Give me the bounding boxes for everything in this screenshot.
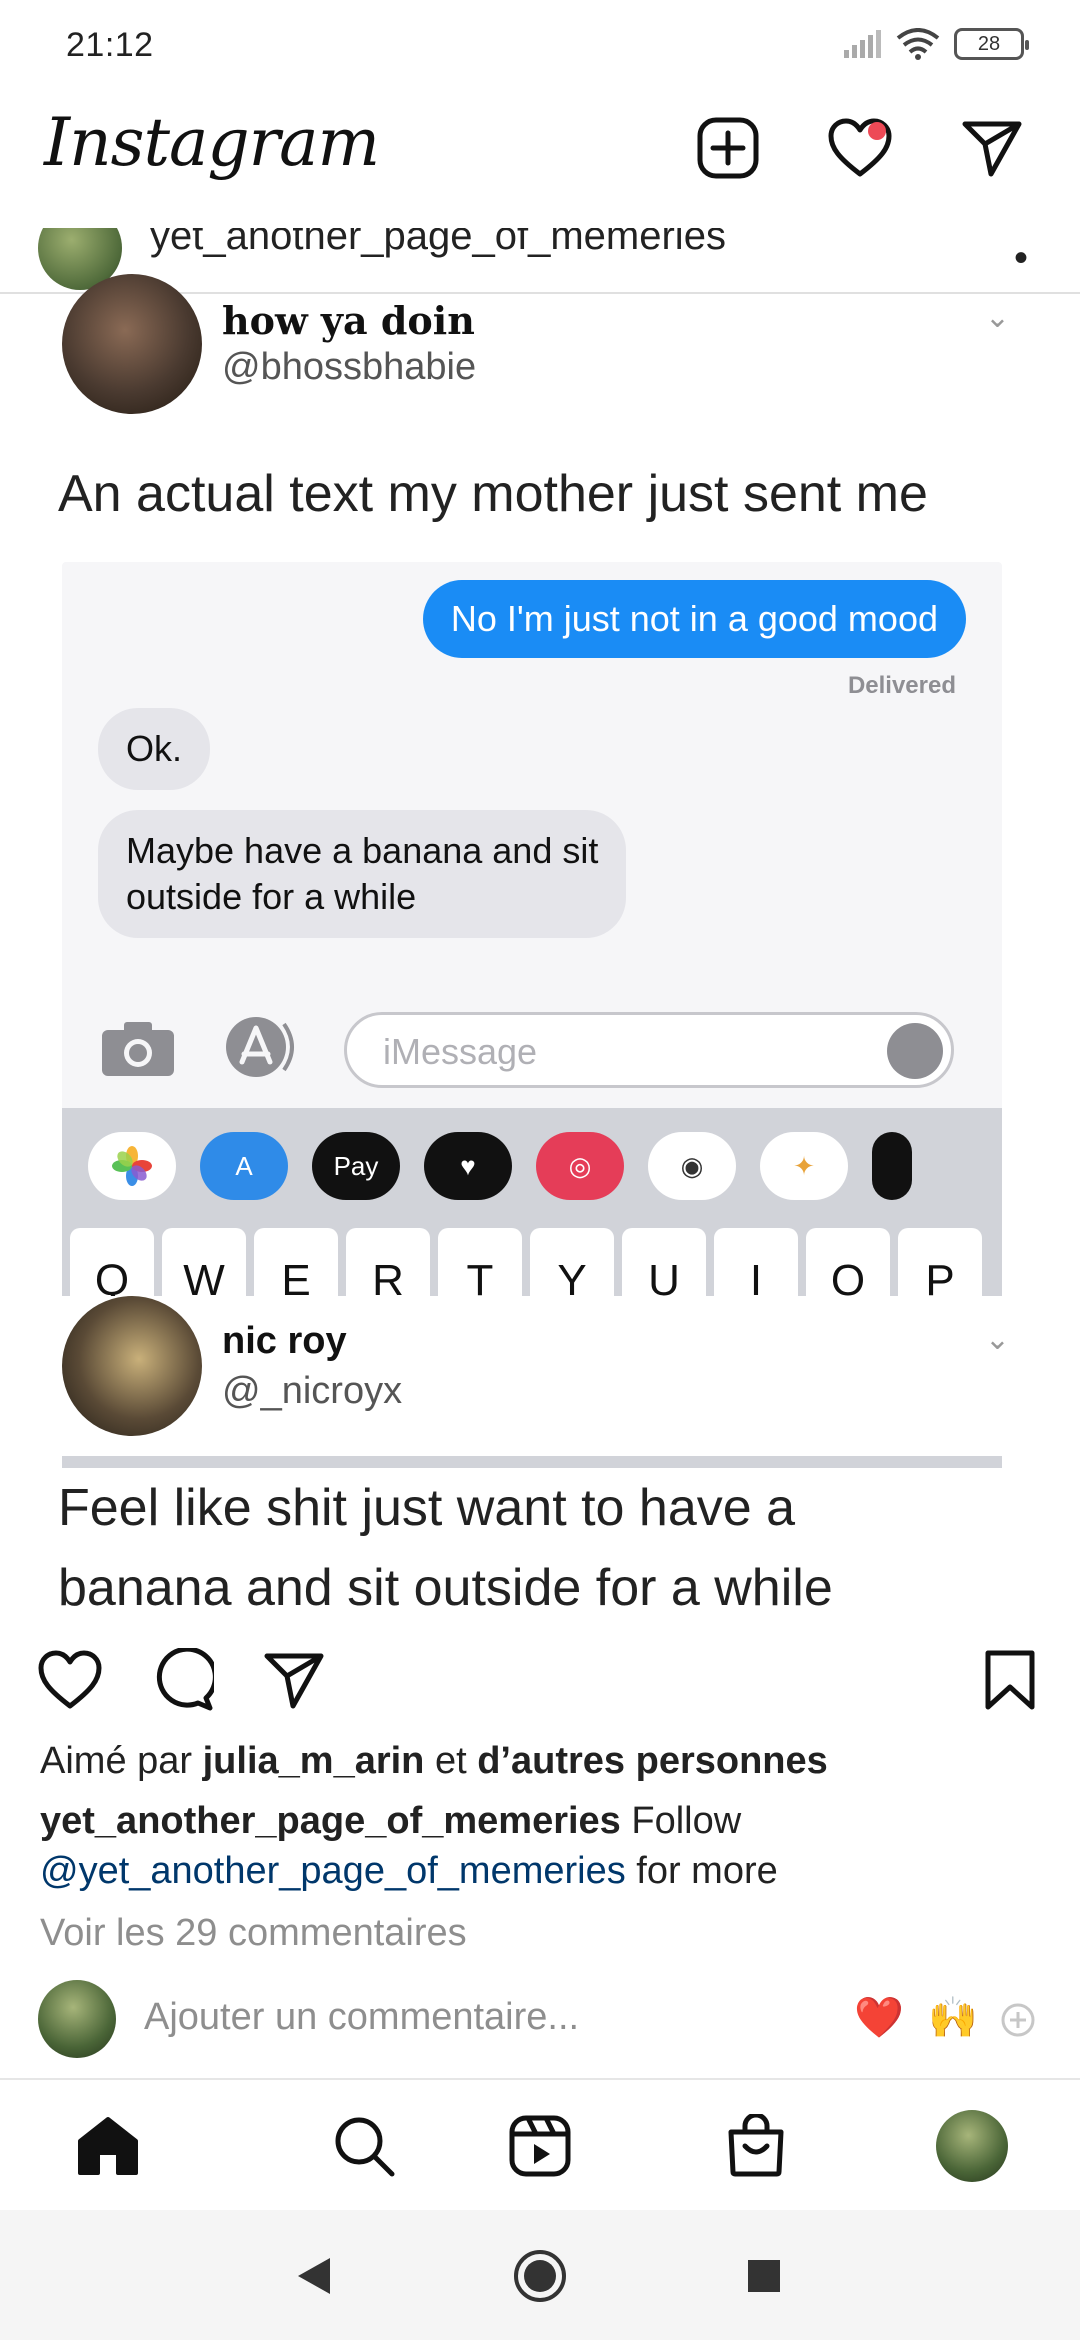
- incoming-line-1: Maybe have a banana and sit: [126, 830, 599, 871]
- tweet-name-2: nic roy: [222, 1320, 347, 1362]
- nav-search[interactable]: [326, 2108, 402, 2184]
- incoming-line-2: outside for a while: [126, 876, 417, 917]
- plus-square-icon: [697, 117, 759, 179]
- imessage-app-row: A Pay ♥ ◎ ◉ ✦: [88, 1132, 912, 1204]
- digital-touch-icon: ♥: [424, 1132, 512, 1200]
- home-circle-icon: [514, 2250, 566, 2302]
- notification-dot: [868, 122, 886, 140]
- like-button[interactable]: [32, 1642, 108, 1718]
- caption-text-1: Follow: [631, 1800, 742, 1842]
- incoming-bubble-2: Maybe have a banana and sit outside for …: [98, 810, 627, 938]
- direct-messages-button[interactable]: [956, 112, 1028, 184]
- apple-pay-label: Pay: [333, 1150, 379, 1181]
- system-navigation: [0, 2210, 1080, 2340]
- comment-button[interactable]: [144, 1642, 220, 1718]
- avatar: [38, 1980, 116, 2058]
- back-button[interactable]: [286, 2248, 342, 2304]
- new-post-button[interactable]: [692, 112, 764, 184]
- camera-icon: [102, 1022, 174, 1076]
- web-search-icon: ◎: [536, 1132, 624, 1200]
- game-icon: ◉: [648, 1132, 736, 1200]
- tweet-text-2-line2: banana and sit outside for a while: [58, 1559, 833, 1617]
- bookmark-icon: [985, 1650, 1035, 1710]
- add-comment-row: Ajouter un commentaire... ❤️ 🙌: [0, 1976, 1080, 2076]
- imessage-input-row: iMessage: [62, 1002, 1002, 1092]
- post-actions: [0, 1620, 1080, 1740]
- status-time: 21:12: [66, 26, 154, 64]
- bottom-navigation: [0, 2078, 1080, 2210]
- pinwheel-icon: ✦: [760, 1132, 848, 1200]
- tweet-handle-2: @_nicroyx: [222, 1370, 403, 1412]
- activity-button[interactable]: [824, 112, 896, 184]
- home-button[interactable]: [512, 2248, 568, 2304]
- paper-plane-icon: [962, 121, 1022, 177]
- tweet-text-2: Feel like shit just want to have a banan…: [58, 1468, 1058, 1620]
- tweet-text-1: An actual text my mother just sent me: [58, 465, 928, 523]
- nav-profile[interactable]: [934, 2108, 1010, 2184]
- caption-text-2: for more: [636, 1850, 778, 1892]
- outgoing-bubble: No I'm just not in a good mood: [422, 580, 966, 658]
- tweet-author-1: how ya doin @bhossbhabie ⌄: [0, 274, 1080, 454]
- battery-icon: 28: [954, 28, 1029, 60]
- signal-icon: [844, 30, 881, 58]
- likes-connector: et: [434, 1740, 467, 1782]
- nav-reels[interactable]: [502, 2108, 578, 2184]
- add-emoji-icon[interactable]: [1000, 2002, 1036, 2038]
- comment-input[interactable]: Ajouter un commentaire...: [144, 1996, 579, 2039]
- more-apps-icon: [872, 1132, 912, 1200]
- post-caption: yet_another_page_of_memeries Follow @yet…: [40, 1796, 1040, 1896]
- likes-others[interactable]: d’autres personnes: [477, 1740, 828, 1782]
- back-triangle-icon: [298, 2258, 330, 2294]
- likes-prefix: Aimé par: [40, 1740, 193, 1782]
- tweet-author-2: nic roy @_nicroyx ⌄: [0, 1296, 1080, 1456]
- photos-icon: [88, 1132, 176, 1200]
- raising-hands-emoji-button[interactable]: 🙌: [928, 1994, 978, 2041]
- reels-icon: [509, 2115, 571, 2177]
- save-button[interactable]: [972, 1642, 1048, 1718]
- search-icon: [335, 2117, 395, 2177]
- paper-plane-icon: [264, 1653, 324, 1709]
- chevron-down-icon: ⌄: [984, 1323, 1010, 1356]
- tweet-handle-1: @bhossbhabie: [222, 346, 477, 388]
- view-comments-link[interactable]: Voir les 29 commentaires: [40, 1912, 467, 1955]
- home-icon: [78, 2117, 138, 2175]
- tweet-name-1: how ya doin: [222, 298, 475, 343]
- microphone-icon: [887, 1023, 943, 1079]
- likes-summary[interactable]: Aimé par julia_m_arin et d’autres person…: [40, 1740, 828, 1783]
- more-options-icon: •: [1013, 236, 1028, 280]
- share-button[interactable]: [256, 1642, 332, 1718]
- tweet-text-2-line1: Feel like shit just want to have a: [58, 1479, 796, 1537]
- wifi-icon: [896, 28, 940, 60]
- tweet-avatar-2: [62, 1296, 202, 1436]
- likes-user[interactable]: julia_m_arin: [203, 1740, 425, 1782]
- imessage-field: iMessage: [344, 1012, 954, 1088]
- shopping-bag-icon: [728, 2114, 784, 2177]
- app-store-app-icon: A: [200, 1132, 288, 1200]
- comment-bubble-icon: [156, 1648, 214, 1711]
- avatar: [936, 2110, 1008, 2182]
- battery-level: 28: [977, 32, 1001, 55]
- chevron-down-icon: ⌄: [984, 301, 1010, 334]
- heart-icon: [38, 1650, 102, 1709]
- imessage-placeholder: iMessage: [383, 1031, 538, 1072]
- caption-username[interactable]: yet_another_page_of_memeries: [40, 1800, 621, 1842]
- app-header: Instagram: [0, 92, 1080, 228]
- incoming-bubble-1: Ok.: [98, 708, 211, 790]
- app-store-icon: [226, 1017, 294, 1077]
- instagram-logo[interactable]: Instagram: [44, 104, 380, 181]
- status-icons: 28: [842, 28, 1029, 60]
- heart-emoji-button[interactable]: ❤️: [854, 1994, 904, 2041]
- nav-home[interactable]: [70, 2108, 146, 2184]
- apple-pay-icon: Pay: [312, 1132, 400, 1200]
- delivered-label: Delivered: [847, 672, 956, 699]
- post-image[interactable]: yet_another_page_of_memeries • how ya do…: [0, 228, 1080, 1620]
- tweet-avatar-1: [62, 274, 202, 414]
- recents-square-icon: [748, 2260, 780, 2292]
- status-bar: 21:12 28: [0, 0, 1080, 92]
- repost-account-name: yet_another_page_of_memeries: [150, 228, 726, 258]
- recents-button[interactable]: [736, 2248, 792, 2304]
- nav-shop[interactable]: [718, 2108, 794, 2184]
- caption-mention[interactable]: @yet_another_page_of_memeries: [40, 1850, 626, 1892]
